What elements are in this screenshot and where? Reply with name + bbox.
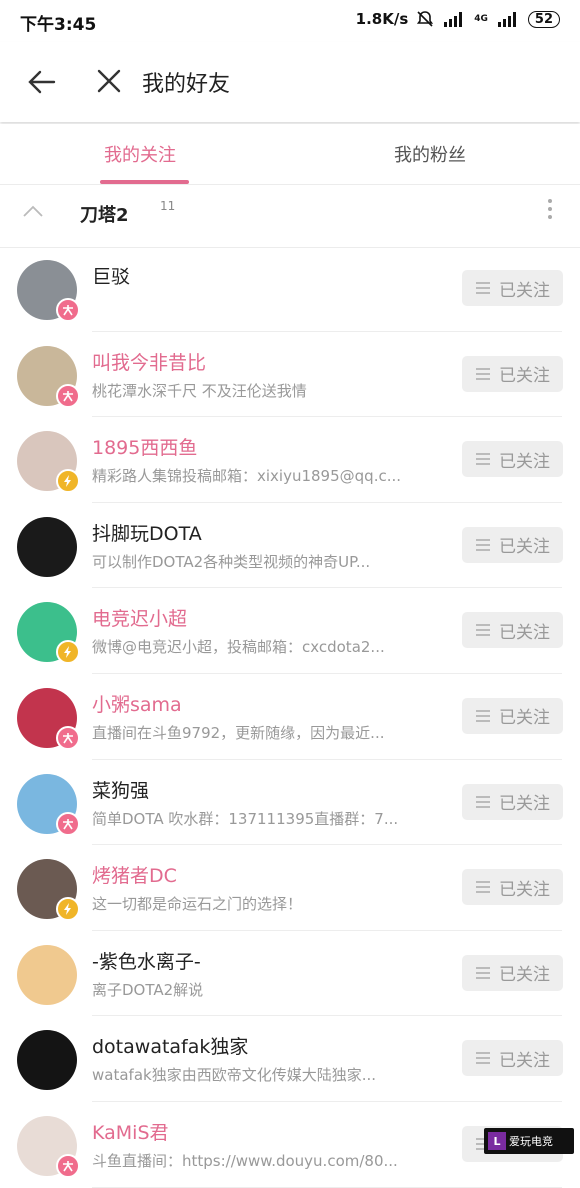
followed-button[interactable]: 已关注 [462,869,563,906]
list-item[interactable]: 1895西西鱼精彩路人集锦投稿邮箱：xixiyu1895@qq.c... 已关注 [0,417,580,503]
user-description: 桃花潭水深千尺 不及汪伦送我情 [92,381,307,400]
group-header[interactable]: 刀塔2 11 [0,184,580,248]
user-name[interactable]: 叫我今非昔比 [92,348,206,375]
da-badge-icon [56,383,80,408]
followed-button-label: 已关注 [499,879,550,900]
followed-button[interactable]: 已关注 [462,1040,563,1077]
user-name[interactable]: -紫色水离子- [92,947,201,974]
followed-button-label: 已关注 [499,622,550,643]
followed-button[interactable]: 已关注 [462,697,563,734]
battery-level: 52 [527,10,560,28]
da-badge-icon [56,298,80,322]
followed-button[interactable]: 已关注 [462,270,563,306]
tab-following[interactable]: 我的关注 [104,141,176,167]
menu-lines-icon [476,881,490,893]
user-description: 直播间在斗鱼9792，更新随缘，因为最近... [92,723,385,742]
user-name[interactable]: 巨驳 [92,262,130,289]
avatar[interactable] [17,944,77,1005]
user-name[interactable]: 抖脚玩DOTA [92,519,202,546]
user-description: 微博@电竞迟小超，投稿邮箱：cxcdota2... [92,638,385,657]
menu-lines-icon [476,453,490,465]
back-arrow-icon[interactable] [24,64,60,100]
followed-button-label: 已关注 [499,965,550,986]
close-icon[interactable] [94,66,124,96]
user-description: 可以制作DOTA2各种类型视频的神奇UP... [92,552,371,571]
list-item[interactable]: 电竞迟小超微博@电竞迟小超，投稿邮箱：cxcdota2... 已关注 [0,588,580,674]
da-badge-icon [56,1153,80,1178]
user-name[interactable]: 电竞迟小超 [92,604,187,631]
followed-button[interactable]: 已关注 [462,355,563,392]
user-description: 这一切都是命运石之门的选择！ [92,895,303,914]
list-item[interactable]: 烤猪者DC 这一切都是命运石之门的选择！ 已关注 [0,845,580,931]
user-name[interactable]: 菜狗强 [92,776,149,803]
da-badge-icon [56,725,80,750]
user-description: watafak独家由西欧帝文化传媒大陆独家... [92,1066,376,1085]
lightning-badge-icon [56,897,80,922]
followed-button-label: 已关注 [499,1050,550,1071]
tab-bar: 我的关注 我的粉丝 [0,124,580,184]
list-item[interactable]: 巨驳已关注 [0,246,580,332]
user-description: 简单DOTA 吹水群：137111395直播群：7... [92,809,399,828]
list-item[interactable]: dotawatafak独家 watafak独家由西欧帝文化传媒大陆独家... 已关注 [0,1016,580,1102]
app-header: 我的好友 [0,42,580,122]
da-badge-icon [56,811,80,836]
group-count: 11 [160,199,176,213]
menu-lines-icon [476,282,490,294]
lightning-badge-icon [56,640,80,665]
followed-button-label: 已关注 [499,451,550,472]
signal-icon [444,12,463,27]
list-item[interactable]: 小粥sama 直播间在斗鱼9792，更新随缘，因为最近... 已关注 [0,674,580,760]
network-speed: 1.8K/s [355,10,409,28]
watermark-icon: L [488,1132,506,1150]
user-description: 离子DOTA2解说 [92,980,204,999]
user-name[interactable]: dotawatafak独家 [92,1032,248,1059]
menu-lines-icon [476,1052,490,1065]
list-item[interactable]: 抖脚玩DOTA 可以制作DOTA2各种类型视频的神奇UP... 已关注 [0,503,580,589]
list-item[interactable]: 菜狗强简单DOTA 吹水群：137111395直播群：7... 已关注 [0,760,580,846]
more-vertical-icon[interactable] [542,197,558,221]
user-name[interactable]: 小粥sama [92,690,182,717]
watermark-logo: L 爱玩电竞 [484,1128,574,1154]
user-name[interactable]: KaMiS君 [92,1118,169,1145]
list-item[interactable]: -紫色水离子- 离子DOTA2解说 已关注 [0,931,580,1017]
menu-lines-icon [476,966,490,979]
page-title: 我的好友 [142,72,231,97]
avatar[interactable] [17,516,77,577]
following-list: 巨驳 已关注 叫我今非昔比 桃花潭水深千尺 不及汪伦送我情 已关注 1895西西鱼 精彩路人… [0,246,580,1188]
followed-button-label: 已关注 [499,537,550,558]
menu-lines-icon [476,538,490,551]
user-name[interactable]: 1895西西鱼 [92,433,197,460]
avatar[interactable] [17,1030,77,1091]
followed-button[interactable]: 已关注 [462,612,563,649]
watermark-text: 爱玩电竞 [509,1135,553,1148]
followed-button[interactable]: 已关注 [462,526,563,563]
list-item[interactable]: 叫我今非昔比桃花潭水深千尺 不及汪伦送我情 已关注 [0,332,580,418]
menu-lines-icon [476,624,490,637]
group-title: 刀塔2 [80,205,129,226]
tab-fans[interactable]: 我的粉丝 [394,141,466,167]
followed-button-label: 已关注 [499,366,550,387]
chevron-up-icon[interactable] [22,203,44,219]
followed-button[interactable]: 已关注 [462,441,563,478]
menu-lines-icon [476,710,490,722]
bell-muted-icon [417,11,434,27]
followed-button-label: 已关注 [499,708,550,729]
lightning-badge-icon [56,469,80,494]
network-type: 4G [474,14,488,24]
status-indicators: 1.8K/s 4G 52 [356,10,560,28]
followed-button[interactable]: 已关注 [462,954,563,991]
followed-button-label: 已关注 [499,794,550,815]
user-description: 精彩路人集锦投稿邮箱：xixiyu1895@qq.c... [92,467,402,486]
followed-button[interactable]: 已关注 [462,783,563,820]
menu-lines-icon [476,367,490,380]
status-bar: 下午3:45 1.8K/s 4G 52 [0,0,580,42]
user-name[interactable]: 烤猪者DC [92,861,177,888]
menu-lines-icon [476,795,490,808]
followed-button-label: 已关注 [499,280,550,301]
signal-4g-icon [497,12,516,27]
status-time: 下午3:45 [20,15,97,35]
user-description: 斗鱼直播间：https://www.douyu.com/80... [92,1151,398,1170]
